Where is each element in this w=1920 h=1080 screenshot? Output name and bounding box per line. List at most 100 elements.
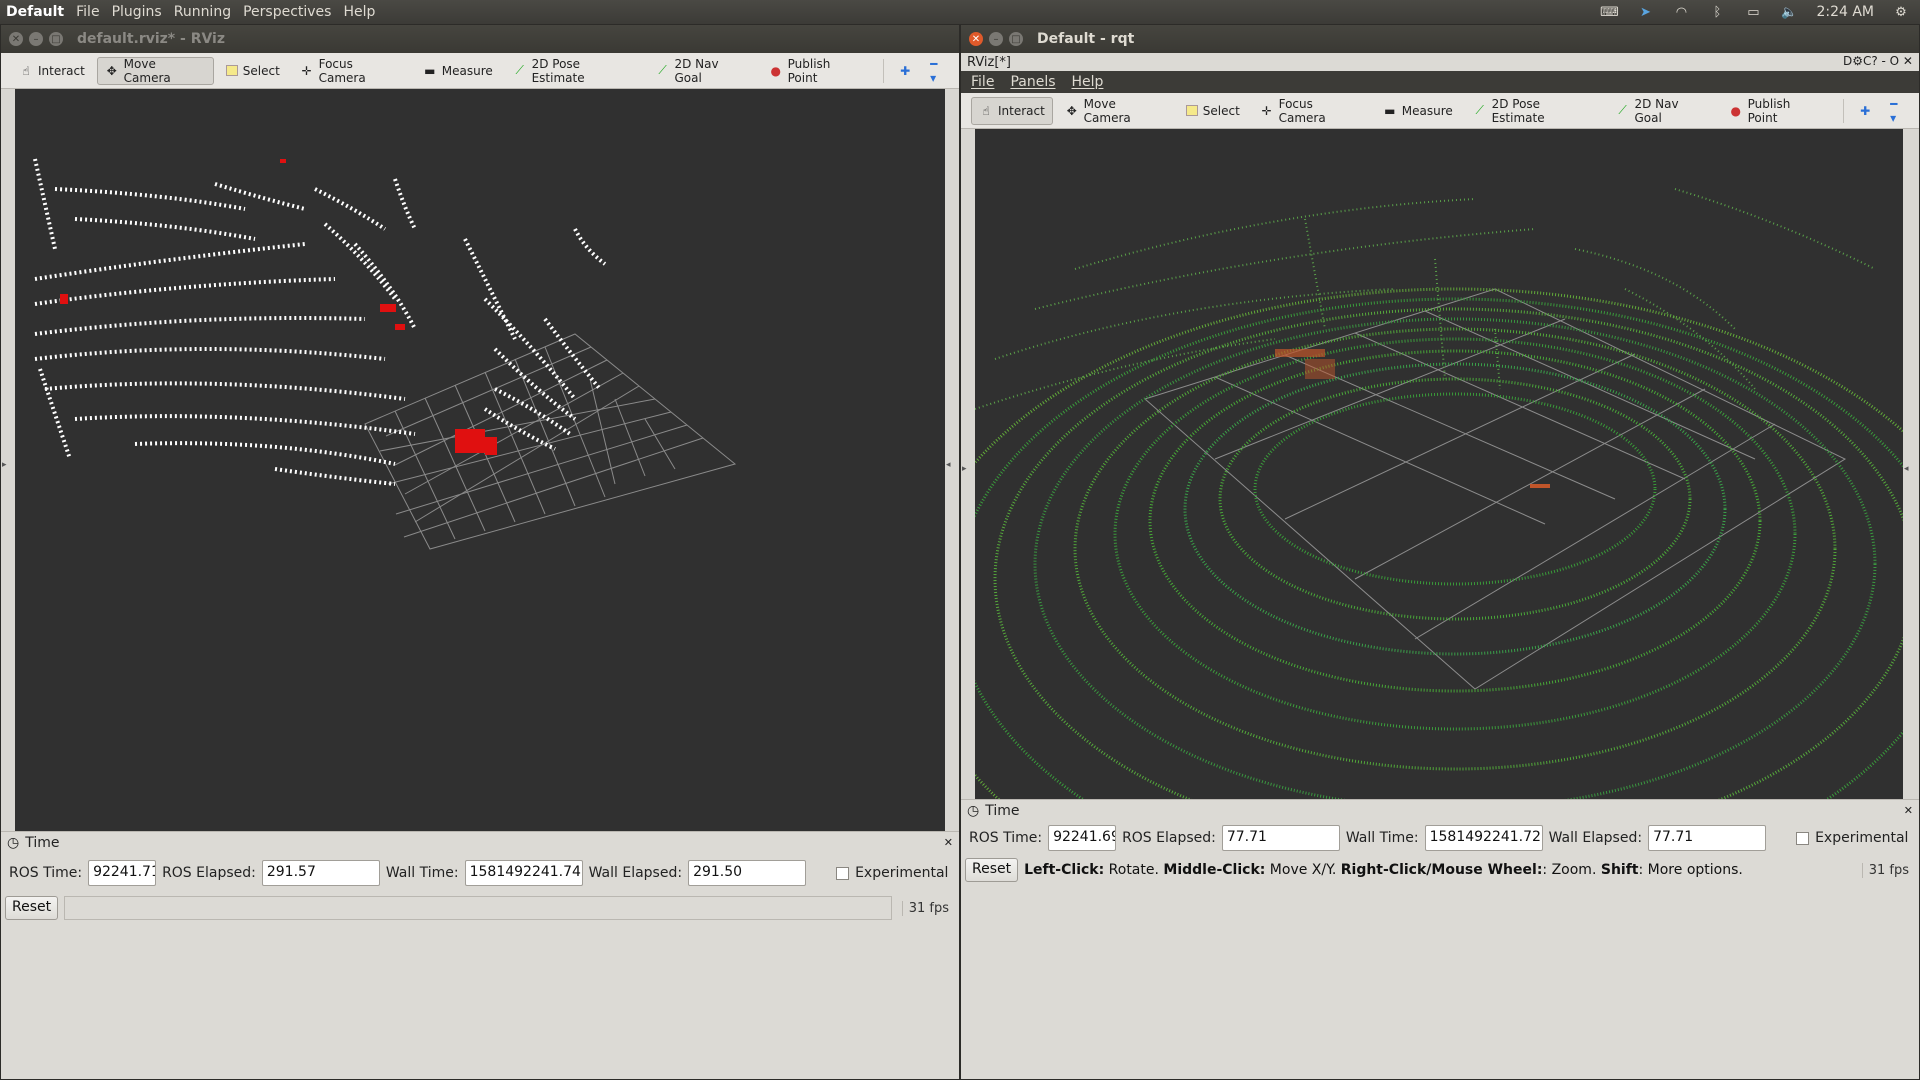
volume-icon[interactable]: 🔈 [1780, 5, 1798, 20]
tool-interact[interactable]: ☝ Interact [11, 57, 93, 85]
wifi-icon[interactable]: ◠ [1672, 5, 1690, 20]
close-button[interactable]: ✕ [969, 32, 983, 46]
experimental-checkbox[interactable] [836, 866, 850, 880]
wall-elapsed-field[interactable]: 77.71 [1648, 825, 1767, 851]
right-dock-handle[interactable]: ◂ [1903, 129, 1919, 799]
rviz-main-area: ▸ ◂ [1, 89, 959, 831]
rqt-toolbar: ☝ Interact ✥ Move Camera Select ✛ Focus Cam… [961, 93, 1919, 129]
gear-icon[interactable]: ⚙ [1892, 5, 1910, 20]
bluetooth-icon[interactable]: ᛒ [1708, 5, 1726, 20]
wall-time-field[interactable]: 1581492241.74 [464, 860, 583, 886]
close-panel-icon[interactable]: ✕ [944, 836, 953, 849]
tool-label: Measure [1401, 103, 1453, 118]
green-arrow-icon: ⟋ [1618, 103, 1627, 117]
tool-label: Focus Camera [318, 56, 366, 85]
tool-label: Move Camera [123, 56, 171, 85]
pointcloud-render [33, 158, 737, 550]
plugin-window-controls[interactable]: D⚙C? - O ✕ [1843, 54, 1913, 68]
telegram-icon[interactable]: ➤ [1636, 5, 1654, 20]
close-button[interactable]: ✕ [9, 32, 23, 46]
expand-arrow-icon: ▸ [962, 464, 967, 474]
3d-viewport[interactable] [14, 89, 946, 831]
ros-elapsed-field[interactable]: 291.57 [261, 860, 380, 886]
experimental-checkbox[interactable] [1796, 831, 1810, 845]
clock[interactable]: 2:24 AM [1816, 4, 1874, 20]
tool-interact[interactable]: ☝ Interact [971, 96, 1053, 125]
add-tool-button[interactable]: ✚ [1852, 97, 1878, 125]
ros-elapsed-field[interactable]: 77.71 [1221, 825, 1340, 851]
experimental-toggle[interactable]: Experimental [836, 865, 948, 881]
remove-tool-button[interactable]: ━ ▾ [922, 57, 955, 85]
time-panel-title: Time [985, 802, 1020, 819]
tool-move-camera[interactable]: ✥ Move Camera [1057, 97, 1174, 125]
app-name[interactable]: Default [0, 4, 70, 20]
menu-help[interactable]: Help [337, 4, 381, 20]
remove-tool-button[interactable]: ━ ▾ [1882, 97, 1915, 125]
rqt-main-area: ▸ ◂ [961, 129, 1919, 799]
experimental-toggle[interactable]: Experimental [1796, 830, 1908, 846]
left-dock-handle[interactable]: ▸ [961, 129, 975, 799]
rqt-titlebar[interactable]: ✕ – □ Default - rqt [961, 25, 1919, 53]
rqt-menubar: File Panels Help [961, 71, 1919, 93]
menu-running[interactable]: Running [168, 4, 237, 20]
menu-file[interactable]: File [971, 74, 994, 90]
tool-2d-nav-goal[interactable]: ⟋ 2D Nav Goal [648, 57, 757, 85]
menu-file[interactable]: File [70, 4, 105, 20]
wall-elapsed-field[interactable]: 291.50 [688, 860, 807, 886]
reset-button[interactable]: Reset [5, 896, 59, 920]
focus-icon: ✛ [301, 63, 312, 78]
battery-icon[interactable]: ▭ [1744, 5, 1762, 20]
left-dock-handle[interactable]: ▸ [1, 89, 15, 831]
menu-help[interactable]: Help [1072, 74, 1104, 90]
clock-icon: ◷ [7, 834, 20, 851]
time-panel-title: Time [25, 834, 60, 851]
maximize-button[interactable]: □ [1009, 32, 1023, 46]
menu-panels[interactable]: Panels [1010, 74, 1055, 90]
status-message [64, 896, 892, 920]
keyboard-icon[interactable]: ⌨ [1600, 5, 1619, 20]
collapse-arrow-icon: ◂ [1904, 464, 1909, 474]
minimize-button[interactable]: – [29, 32, 43, 46]
tool-measure[interactable]: ▬ Measure [1375, 97, 1461, 125]
right-dock-handle[interactable]: ◂ [945, 89, 959, 831]
plugin-title-row: RViz[*] D⚙C? - O ✕ [961, 53, 1919, 71]
tool-select[interactable]: Select [1178, 97, 1248, 125]
map-pin-icon: ● [770, 63, 781, 78]
ros-time-field[interactable]: 92241.69 [1048, 825, 1117, 851]
collapse-arrow-icon: ◂ [946, 460, 951, 470]
tool-publish-point[interactable]: ● Publish Point [1721, 97, 1831, 125]
tool-move-camera[interactable]: ✥ Move Camera [96, 56, 214, 85]
plugin-title: RViz[*] [967, 54, 1012, 70]
select-icon [225, 65, 238, 76]
wall-time-field[interactable]: 1581492241.72 [1424, 825, 1543, 851]
3d-viewport[interactable] [974, 129, 1904, 799]
add-tool-button[interactable]: ✚ [892, 57, 918, 85]
tool-measure[interactable]: ▬ Measure [415, 57, 501, 85]
tool-focus-camera[interactable]: ✛ Focus Camera [292, 57, 411, 85]
reset-button[interactable]: Reset [965, 858, 1019, 882]
menu-perspectives[interactable]: Perspectives [237, 4, 337, 20]
close-panel-icon[interactable]: ✕ [1904, 804, 1913, 817]
toolbar-separator [883, 58, 885, 83]
hand-icon: ☝ [22, 63, 30, 78]
status-hint: Left-Click: Rotate. Middle-Click: Move X… [1024, 862, 1856, 878]
rviz-toolbar: ☝ Interact ✥ Move Camera Select ✛ Focus Cam… [1, 53, 959, 89]
expand-arrow-icon: ▸ [2, 460, 7, 470]
focus-icon: ✛ [1261, 103, 1272, 118]
tool-publish-point[interactable]: ● Publish Point [761, 57, 871, 85]
wall-time-label: Wall Time: [385, 865, 459, 881]
tool-2d-pose-estimate[interactable]: ⟋ 2D Pose Estimate [505, 57, 644, 85]
tool-label: Select [242, 63, 280, 78]
tool-focus-camera[interactable]: ✛ Focus Camera [1252, 97, 1371, 125]
tool-select[interactable]: Select [218, 57, 288, 85]
time-panel-header: ◷ Time ✕ [961, 799, 1919, 821]
menu-plugins[interactable]: Plugins [106, 4, 168, 20]
wall-elapsed-label: Wall Elapsed: [1548, 830, 1643, 846]
tool-2d-nav-goal[interactable]: ⟋ 2D Nav Goal [1608, 97, 1717, 125]
tool-label: Focus Camera [1278, 96, 1326, 125]
minimize-button[interactable]: – [989, 32, 1003, 46]
maximize-button[interactable]: □ [49, 32, 63, 46]
rviz-titlebar[interactable]: ✕ – □ default.rviz* - RViz [1, 25, 959, 53]
ros-time-field[interactable]: 92241.71 [88, 860, 157, 886]
tool-2d-pose-estimate[interactable]: ⟋ 2D Pose Estimate [1465, 97, 1604, 125]
